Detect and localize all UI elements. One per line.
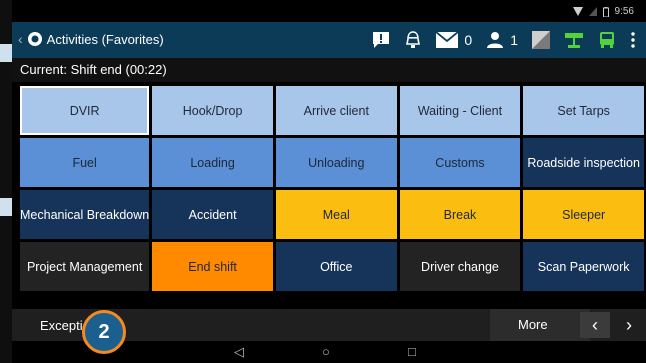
page-title: Activities (Favorites)	[46, 31, 164, 47]
activity-tile[interactable]: End shift	[152, 242, 273, 291]
users-count: 1	[510, 32, 518, 48]
activity-tile[interactable]: Meal	[275, 190, 397, 239]
activity-tile[interactable]: Project Management	[20, 242, 150, 291]
edge-marker	[0, 198, 12, 216]
activity-tile[interactable]: Sleeper	[523, 190, 644, 239]
more-button[interactable]: More	[490, 309, 590, 341]
activity-tile[interactable]: Arrive client	[275, 86, 397, 135]
truck-icon[interactable]	[598, 31, 616, 49]
nav-home-icon[interactable]: ○	[322, 344, 330, 359]
connection-status-icon[interactable]	[564, 31, 584, 49]
alert-icon[interactable]	[372, 31, 390, 49]
signal-icon	[588, 7, 597, 16]
battery-icon	[602, 6, 609, 17]
user-icon	[487, 32, 504, 48]
app-logo-icon	[27, 32, 42, 46]
nav-recents-icon[interactable]: □	[408, 344, 416, 359]
activity-tile[interactable]: Break	[399, 190, 521, 239]
activity-tile[interactable]: DVIR	[20, 86, 150, 135]
activity-tile[interactable]: Waiting - Client	[399, 86, 521, 135]
signal-strength-icon[interactable]	[532, 31, 550, 49]
messages-count: 0	[464, 32, 473, 48]
step-callout-badge: 2	[82, 310, 126, 354]
previous-page-button[interactable]: ‹	[580, 312, 610, 338]
status-time: 9:56	[614, 6, 634, 17]
activity-tile[interactable]: Fuel	[20, 138, 150, 187]
mail-icon	[436, 32, 459, 48]
device-screen: 9:56 ‹ Activities (Favorites) 0 1 Curren…	[12, 0, 646, 363]
activity-tile[interactable]: Set Tarps	[523, 86, 644, 135]
app-bar-actions: 0 1	[372, 28, 636, 52]
notification-bell-icon[interactable]	[404, 31, 422, 49]
wifi-icon	[572, 7, 583, 16]
next-page-button[interactable]: ›	[616, 312, 642, 338]
nav-back-icon[interactable]: ◁	[234, 344, 244, 360]
activity-tile[interactable]: Office	[275, 242, 397, 291]
activity-tile[interactable]: Scan Paperwork	[523, 242, 644, 291]
back-chevron-icon[interactable]: ‹	[18, 31, 23, 47]
current-activity-bar: Current: Shift end (00:22)	[12, 58, 646, 82]
users-group[interactable]: 1	[486, 32, 518, 48]
messages-group[interactable]: 0	[436, 32, 472, 48]
status-bar: 9:56	[12, 0, 646, 22]
app-bar: ‹ Activities (Favorites) 0 1	[12, 22, 646, 58]
activity-tile[interactable]: Customs	[399, 138, 521, 187]
activity-grid: DVIR Hook/Drop Arrive client Waiting - Clie…	[20, 86, 644, 291]
activity-tile[interactable]: Accident	[152, 190, 273, 239]
overflow-menu-icon[interactable]	[630, 31, 636, 49]
activity-tile[interactable]: Roadside inspection	[523, 138, 644, 187]
left-edge-strip	[0, 0, 12, 363]
app-title-group[interactable]: ‹ Activities (Favorites)	[18, 31, 164, 47]
activity-tile[interactable]: Hook/Drop	[152, 86, 273, 135]
activity-tile[interactable]: Loading	[152, 138, 273, 187]
activity-tile[interactable]: Mechanical Breakdown	[20, 190, 150, 239]
activity-tile[interactable]: Driver change	[399, 242, 521, 291]
edge-marker	[0, 44, 12, 62]
activity-tile[interactable]: Unloading	[275, 138, 397, 187]
